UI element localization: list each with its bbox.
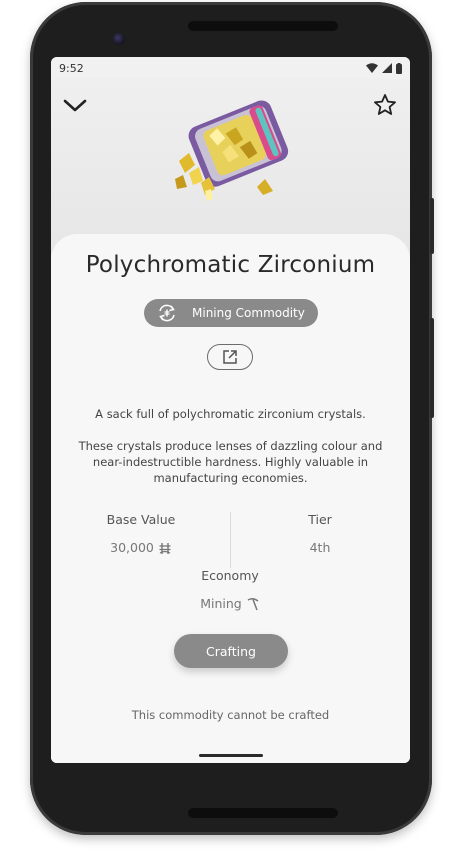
category-badge[interactable]: Mining Commodity [144,299,318,327]
crafting-note: This commodity cannot be crafted [131,708,330,722]
base-value-amount: 30,000 [110,540,154,555]
wifi-icon [366,63,378,73]
star-outline-icon[interactable] [373,93,397,117]
chevron-down-icon[interactable] [61,93,89,117]
status-time: 9:52 [59,61,84,75]
category-label: Mining Commodity [192,306,305,320]
description-short: A sack full of polychromatic zirconium c… [95,407,366,421]
earpiece-speaker [188,21,338,31]
economy-name: Mining [200,596,242,611]
commodity-cycle-icon [159,304,175,322]
tier-label: Tier [308,512,332,527]
economy-label: Economy [201,568,259,583]
front-camera [113,33,125,45]
base-value-label: Base Value [106,512,176,527]
status-icons [366,62,402,74]
item-description: A sack full of polychromatic zirconium c… [73,406,388,502]
home-gesture-handle[interactable] [199,754,263,757]
external-link-icon [223,350,237,364]
item-detail-card: Polychromatic Zirconium Mining Commodity… [51,234,410,763]
pickaxe-icon [247,597,259,610]
navigation-bar [51,749,410,763]
economy-value: Mining [150,596,310,611]
item-stats: Base Value 30,000 Tier 4th Economy Minin… [51,512,410,611]
currency-icon [159,542,171,554]
open-external-button[interactable] [207,344,253,370]
tier-value: 4th [309,540,331,555]
battery-icon [396,62,402,74]
zirconium-sack-image [175,100,289,201]
power-button [430,198,434,254]
bottom-speaker [188,808,338,818]
signal-icon [382,63,392,73]
app-screen: 9:52 Polychromatic Zirconium Mining Comm… [51,57,410,763]
stats-divider [230,512,231,568]
description-long: These crystals produce lenses of dazzlin… [78,439,383,485]
item-title: Polychromatic Zirconium [85,252,376,278]
volume-button [430,318,434,418]
base-value: 30,000 [61,540,221,555]
item-hero [51,79,410,259]
crafting-button[interactable]: Crafting [174,634,288,668]
status-bar: 9:52 [51,57,410,79]
